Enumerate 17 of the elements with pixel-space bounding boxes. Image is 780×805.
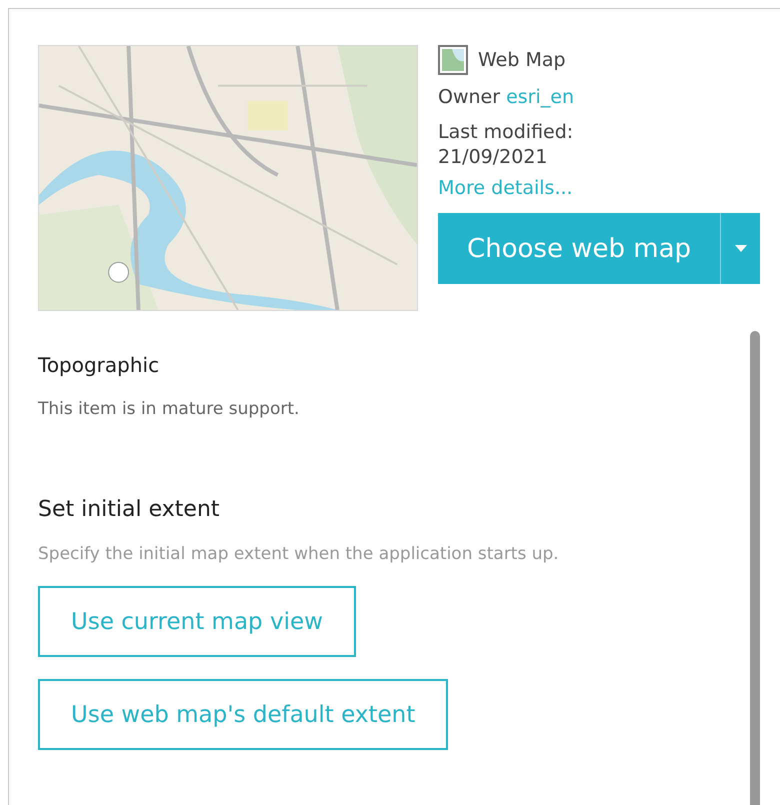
caret-icon — [734, 245, 746, 252]
owner-label: Owner — [438, 86, 500, 108]
section-description: Specify the initial map extent when the application starts up. — [38, 544, 560, 564]
scrollbar[interactable] — [750, 331, 760, 805]
dropdown-button[interactable] — [720, 213, 760, 284]
modified-label: Last modified: — [438, 120, 574, 145]
item-type: Web Map — [478, 48, 566, 72]
details-link[interactable]: More details... — [438, 177, 573, 199]
choose-web-map-button[interactable]: Choose web map — [438, 213, 720, 284]
owner-link[interactable]: esri_en — [506, 86, 574, 108]
extent-button[interactable]: Use current map view — [38, 586, 356, 657]
modified-date: 21/09/2021 — [438, 145, 549, 170]
support-note: This item is in mature support. — [38, 399, 300, 419]
map-name: Topographic — [38, 353, 160, 377]
extent-button[interactable]: Use web map's default extent — [38, 679, 448, 750]
section-heading: Set initial extent — [38, 497, 221, 522]
map-icon — [438, 45, 468, 75]
